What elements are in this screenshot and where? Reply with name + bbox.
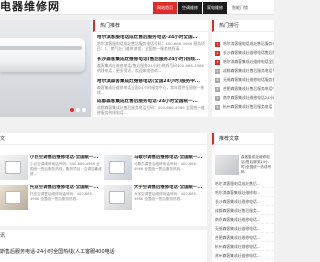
hot-item[interactable]: 成都森客集成灶售后服务电话-24小时全国统一... 成都森客集成灶售后服务电话号… bbox=[97, 99, 205, 115]
article-title[interactable]: 马歇尔调售后维修电话-全国统一... bbox=[134, 155, 208, 161]
air-conditioner-image bbox=[0, 38, 85, 72]
hot-item[interactable]: 长沙森客集成灶维修电话(售后服务24小时)热线... 森客集成灶维修电话(售后服… bbox=[97, 57, 205, 73]
rank-link[interactable]: 哈尔滨客服电话成灶售后服务电话 bbox=[223, 41, 274, 47]
air-conditioner-vent bbox=[0, 46, 82, 50]
article-desc: 大宇空调售后维修电话号码：400-666-4966 全国统一售后服务热线... bbox=[134, 192, 198, 201]
rank-number: 2 bbox=[215, 50, 220, 56]
recommend-link[interactable]: 哈尔滨森客集成灶维修电... bbox=[215, 188, 274, 197]
rank-link[interactable]: 南京森客集成灶维修电话24小时 bbox=[223, 95, 274, 101]
site-logo[interactable]: 电器维修网 bbox=[0, 0, 60, 14]
rank-number: 3 bbox=[215, 59, 220, 65]
article-thumbnail[interactable] bbox=[0, 155, 28, 180]
slider-dot-1[interactable] bbox=[70, 108, 74, 112]
news-title: 讯 bbox=[0, 233, 6, 239]
recommend-link[interactable]: 成都森客集成灶售后服务... bbox=[215, 206, 274, 215]
article-thumbnail[interactable] bbox=[0, 185, 28, 210]
article-desc: 托亚空调售后维修电话号码：400-666-4966 全国统一售后服务热线... bbox=[30, 192, 94, 201]
hot-rank-title: 热门排行 bbox=[212, 20, 274, 32]
hot-rank-panel: 热门排行 1哈尔滨客服电话成灶售后服务电话 2长沙森客集成灶维修电话售后服务 3… bbox=[212, 20, 274, 117]
recommend-feature[interactable]: 森客集成灶维修电话(售后服务24小时)全国统一热线号码 bbox=[215, 155, 273, 177]
rank-number: 6 bbox=[215, 86, 220, 92]
rank-item[interactable]: 8 杭州森客集成灶售后服务电话 bbox=[215, 103, 274, 111]
recommend-link[interactable]: 长沙森客集成灶维修电话... bbox=[215, 197, 274, 206]
recommend-thumbnail[interactable] bbox=[215, 155, 239, 175]
nav-ac-repair[interactable]: 空调维修 bbox=[178, 2, 202, 14]
rank-link[interactable]: 成都森客集成灶售后服务电话号码 bbox=[223, 68, 274, 74]
rank-link[interactable]: 无锡森客集成灶维修电话服务热线 bbox=[223, 77, 274, 83]
article-thumbnail[interactable] bbox=[104, 185, 132, 210]
article-desc: 小巨空调维修电话号码：400-666-4966 全国统一售后服务热线，服务项目：… bbox=[30, 162, 102, 176]
article-desc: 马歇尔调售后维修电话号码：400-666-4966 全国统一售后服务热线... bbox=[134, 162, 198, 171]
hero-slider[interactable] bbox=[0, 20, 91, 117]
nav-home[interactable]: 网站首页 bbox=[153, 2, 177, 14]
slider-dot-3[interactable] bbox=[82, 108, 86, 112]
slider-dot-2[interactable] bbox=[76, 108, 80, 112]
rank-number: 4 bbox=[215, 68, 220, 74]
rank-number: 8 bbox=[215, 104, 220, 110]
recommend-link[interactable]: 哈尔滨客服电话成灶售后... bbox=[215, 179, 274, 188]
site-header: 电器维修网 网站首页 空调维修 家电维修 智能门锁 bbox=[0, 0, 274, 15]
rank-item[interactable]: 1哈尔滨客服电话成灶售后服务电话 bbox=[215, 40, 274, 48]
recommend-link[interactable]: 无锡森客集成灶维修电话... bbox=[215, 224, 274, 233]
recommend-link[interactable]: 合肥森客集成灶维修电话... bbox=[215, 233, 274, 242]
article-card[interactable]: 小巨空调售后维修电话-全国统一... 小巨空调维修电话号码：400-666-49… bbox=[0, 155, 105, 189]
nav-smart-lock[interactable]: 智能门锁 bbox=[228, 2, 252, 14]
rank-item[interactable]: 3 哈尔滨森客集成灶维修电话全国 bbox=[215, 58, 274, 66]
hot-item[interactable]: 哈尔滨客服电话成灶售后服务电话-24小时全国… 哈尔滨客服电话成灶售后服务电话号… bbox=[97, 35, 205, 51]
rank-number: 7 bbox=[215, 95, 220, 101]
article-card[interactable]: 托亚空调售后维修电话-全国统一... 托亚空调售后维修电话号码：400-666-… bbox=[0, 185, 105, 219]
rank-number: 1 bbox=[215, 41, 220, 47]
rank-item[interactable]: 6合肥森客集成灶售后服务电话中心 bbox=[215, 85, 274, 93]
recommend-link[interactable]: 苏州森客集成灶维修电话... bbox=[215, 251, 274, 260]
article-title[interactable]: 大宇空调售后维修电话-全国统一... bbox=[134, 185, 208, 191]
nav-appliance-repair[interactable]: 家电维修 bbox=[203, 2, 227, 14]
hot-item-desc: 森客集成灶维修电话(售后服务24小时)热线号码400-666-4966热线电话，… bbox=[97, 63, 204, 73]
hot-recommend-title: 热门推荐 bbox=[93, 20, 208, 32]
rank-item[interactable]: 2长沙森客集成灶维修电话售后服务 bbox=[215, 49, 274, 57]
recommend-title: 推荐文章 bbox=[212, 133, 274, 145]
rank-item[interactable]: 7 南京森客集成灶维修电话24小时 bbox=[215, 94, 274, 102]
rank-link[interactable]: 长沙森客集成灶维修电话售后服务 bbox=[223, 50, 274, 56]
main-nav: 网站首页 空调维修 家电维修 智能门锁 bbox=[153, 2, 253, 14]
recommend-link[interactable]: 杭州森客集成灶维修电话... bbox=[215, 242, 274, 251]
article-card[interactable]: 大宇空调售后维修电话-全国统一... 大宇空调售后维修电话号码：400-666-… bbox=[104, 185, 209, 219]
rank-number: 5 bbox=[215, 77, 220, 83]
rank-item[interactable]: 4成都森客集成灶售后服务电话号码 bbox=[215, 67, 274, 75]
hot-item-desc: 森客集成灶维修电话全国24小时服务中心，常年提供全国统一热线... bbox=[97, 85, 205, 95]
category-title: 文 bbox=[0, 133, 207, 145]
news-panel: 讯 斯售后服务电话-24小时全国热线(人工客服400电话 bbox=[0, 230, 207, 262]
article-title[interactable]: 托亚空调售后维修电话-全国统一... bbox=[30, 185, 104, 191]
article-title[interactable]: 小巨空调售后维修电话-全国统一... bbox=[30, 155, 104, 161]
recommend-feature-text[interactable]: 森客集成灶维修电话(售后服务24小时)全国统一热线号码 bbox=[241, 155, 273, 175]
hot-recommend-panel: 热门推荐 哈尔滨客服电话成灶售后服务电话-24小时全国… 哈尔滨客服电话成灶售后… bbox=[93, 20, 208, 117]
hot-item[interactable]: 哈尔滨森客集成灶维修电话(全国24小时)服务中... 森客集成灶维修电话全国24… bbox=[97, 79, 205, 95]
hot-item-desc: 成都森客集成灶售后服务电话号码：400-666-4966 全国统一维修服务热线电… bbox=[97, 105, 205, 115]
rank-link[interactable]: 合肥森客集成灶售后服务电话中心 bbox=[223, 86, 274, 92]
slider-dots bbox=[68, 108, 86, 112]
news-headline[interactable]: 斯售后服务电话-24小时全国热线(人工客服400电话 bbox=[0, 248, 207, 255]
recommend-panel: 推荐文章 森客集成灶维修电话(售后服务24小时)全国统一热线号码 哈尔滨客服电话… bbox=[212, 133, 274, 262]
hot-item-desc: 哈尔滨客服电话成灶售后服务电话号码：400-666-4966 服务项目：1、燃气… bbox=[97, 41, 205, 51]
rank-item[interactable]: 5无锡森客集成灶维修电话服务热线 bbox=[215, 76, 274, 84]
article-card[interactable]: 马歇尔调售后维修电话-全国统一... 马歇尔调售后维修电话号码：400-666-… bbox=[104, 155, 209, 189]
recommend-link[interactable]: 南京森客集成灶维修电话... bbox=[215, 215, 274, 224]
rank-link[interactable]: 哈尔滨森客集成灶维修电话全国 bbox=[223, 59, 274, 65]
rank-link[interactable]: 杭州森客集成灶售后服务电话 bbox=[223, 104, 272, 110]
article-thumbnail[interactable] bbox=[104, 155, 132, 180]
category-panel: 文 小巨空调售后维修电话-全国统一... 小巨空调维修电话号码：400-666-… bbox=[0, 133, 207, 226]
